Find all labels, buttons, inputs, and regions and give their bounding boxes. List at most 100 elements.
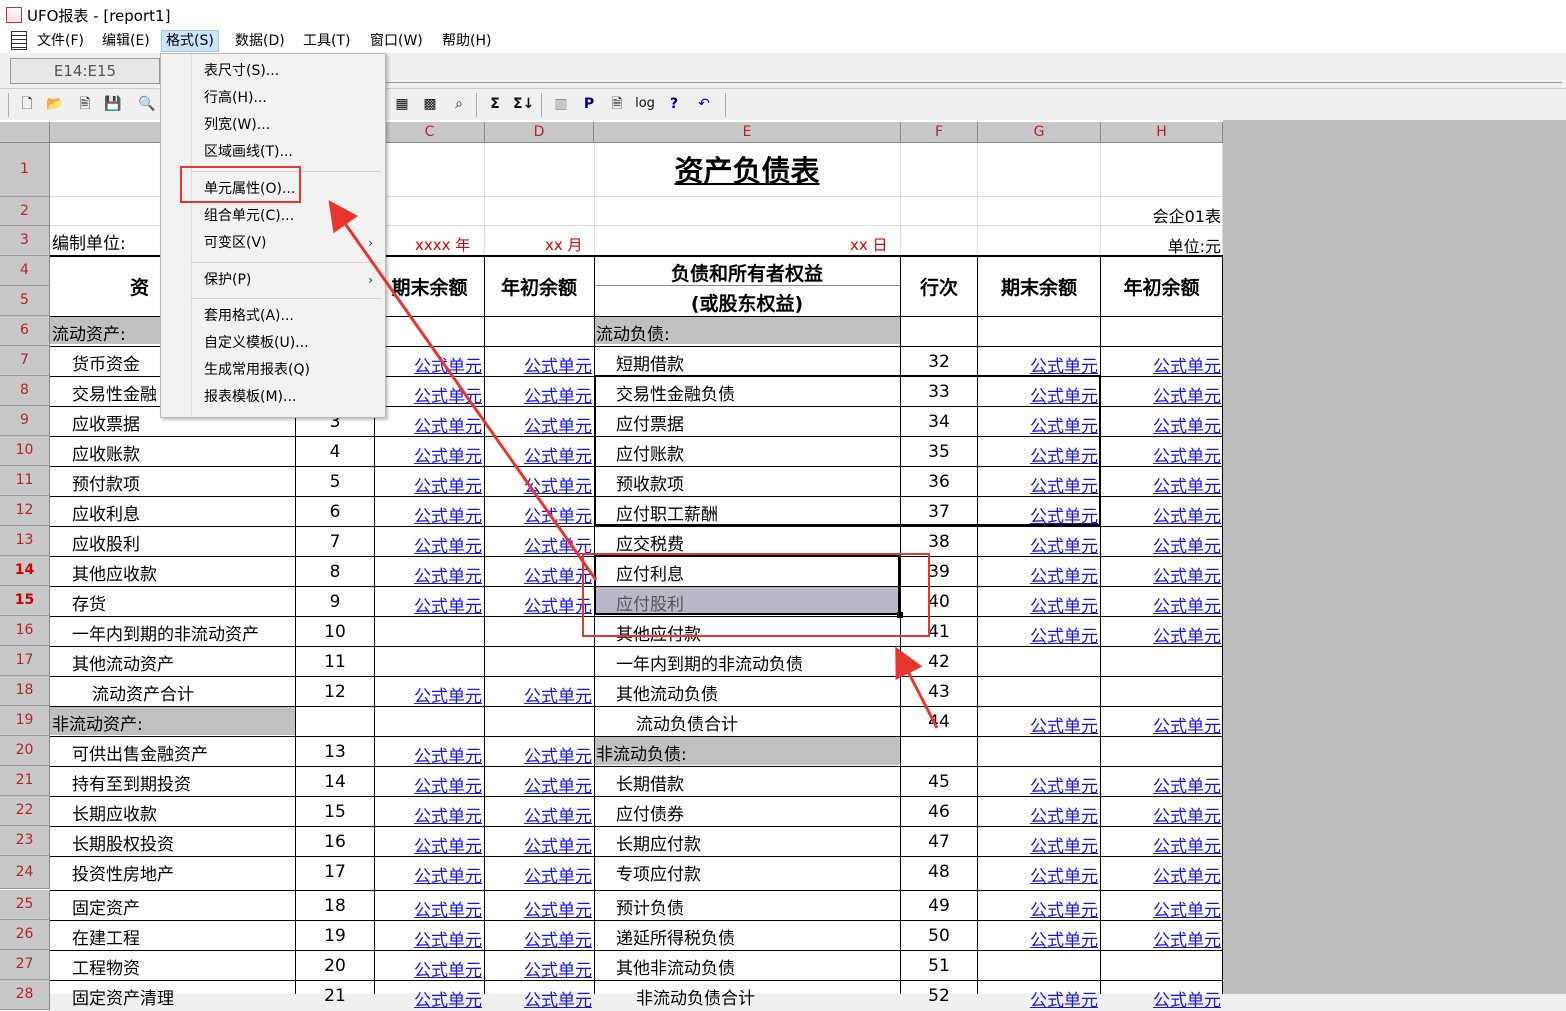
formula-cell-g24[interactable]: 公式单元 (978, 862, 1098, 887)
formula-cell-h25[interactable]: 公式单元 (1101, 896, 1221, 921)
col-header-h[interactable]: H (1101, 122, 1223, 143)
row-header-16[interactable]: 16 (0, 616, 50, 646)
formula-cell-c12[interactable]: 公式单元 (375, 502, 482, 527)
grid-icon[interactable]: ▩ (420, 94, 440, 114)
formula-input[interactable] (384, 58, 1562, 83)
save-icon[interactable]: 💾 (103, 94, 123, 114)
sum-icon[interactable]: Σ (485, 94, 505, 114)
menu-item-report-template[interactable]: 报表模板(M)... (204, 387, 296, 407)
print-icon[interactable]: 🖹 (75, 94, 95, 114)
formula-cell-g13[interactable]: 公式单元 (978, 532, 1098, 557)
menu-item-area-line[interactable]: 区域画线(T)... (204, 142, 293, 162)
row-header-6[interactable]: 6 (0, 316, 50, 346)
formula-cell-c9[interactable]: 公式单元 (375, 412, 482, 437)
sum-all-icon[interactable]: Σ↓ (513, 94, 534, 114)
formula-cell-d8[interactable]: 公式单元 (485, 382, 592, 407)
formula-cell-d12[interactable]: 公式单元 (485, 502, 592, 527)
formula-cell-d15[interactable]: 公式单元 (485, 592, 592, 617)
formula-cell-g26[interactable]: 公式单元 (978, 926, 1098, 951)
menu-item-protect[interactable]: 保护(P) (204, 270, 251, 290)
row-header-24[interactable]: 24 (0, 856, 50, 889)
row-header-9[interactable]: 9 (0, 406, 50, 436)
row-header-13[interactable]: 13 (0, 526, 50, 556)
find-icon[interactable]: ⌕ (449, 94, 469, 114)
formula-cell-c15[interactable]: 公式单元 (375, 592, 482, 617)
formula-cell-c13[interactable]: 公式单元 (375, 532, 482, 557)
menu-item-apply-format[interactable]: 套用格式(A)... (204, 306, 294, 326)
menu-window[interactable]: 窗口(W) (366, 31, 427, 51)
formula-cell-h10[interactable]: 公式单元 (1101, 442, 1221, 467)
row-header-10[interactable]: 10 (0, 436, 50, 466)
formula-cell-h15[interactable]: 公式单元 (1101, 592, 1221, 617)
row-header-23[interactable]: 23 (0, 826, 50, 856)
formula-cell-h23[interactable]: 公式单元 (1101, 832, 1221, 857)
row-header-12[interactable]: 12 (0, 496, 50, 526)
formula-cell-d22[interactable]: 公式单元 (485, 802, 592, 827)
formula-cell-c11[interactable]: 公式单元 (375, 472, 482, 497)
formula-cell-g25[interactable]: 公式单元 (978, 896, 1098, 921)
formula-cell-d13[interactable]: 公式单元 (485, 532, 592, 557)
formula-cell-d18[interactable]: 公式单元 (485, 682, 592, 707)
menu-item-row-height[interactable]: 行高(H)... (204, 88, 267, 108)
formula-cell-c7[interactable]: 公式单元 (375, 352, 482, 377)
formula-cell-d14[interactable]: 公式单元 (485, 562, 592, 587)
formula-cell-h13[interactable]: 公式单元 (1101, 532, 1221, 557)
formula-cell-h7[interactable]: 公式单元 (1101, 352, 1221, 377)
menu-item-generate-report[interactable]: 生成常用报表(Q) (204, 360, 310, 380)
formula-cell-g28[interactable]: 公式单元 (978, 986, 1098, 1011)
formula-cell-c23[interactable]: 公式单元 (375, 832, 482, 857)
formula-cell-g7[interactable]: 公式单元 (978, 352, 1098, 377)
formula-cell-d28[interactable]: 公式单元 (485, 986, 592, 1011)
formula-cell-h16[interactable]: 公式单元 (1101, 622, 1221, 647)
row-header-26[interactable]: 26 (0, 920, 50, 950)
menu-item-custom-template[interactable]: 自定义模板(U)... (204, 333, 309, 353)
formula-cell-c25[interactable]: 公式单元 (375, 896, 482, 921)
p-icon[interactable]: P (579, 94, 599, 114)
select-all-corner[interactable] (0, 122, 50, 143)
formula-cell-d26[interactable]: 公式单元 (485, 926, 592, 951)
row-header-19[interactable]: 19 (0, 706, 50, 736)
formula-cell-g23[interactable]: 公式单元 (978, 832, 1098, 857)
col-header-d[interactable]: D (485, 122, 594, 143)
menu-edit[interactable]: 编辑(E) (98, 31, 154, 51)
col-header-e[interactable]: E (594, 122, 901, 143)
formula-cell-d24[interactable]: 公式单元 (485, 862, 592, 887)
formula-cell-d25[interactable]: 公式单元 (485, 896, 592, 921)
formula-cell-g21[interactable]: 公式单元 (978, 772, 1098, 797)
formula-cell-d21[interactable]: 公式单元 (485, 772, 592, 797)
day-field[interactable]: xx 日 (850, 234, 888, 255)
formula-cell-h14[interactable]: 公式单元 (1101, 562, 1221, 587)
row-header-27[interactable]: 27 (0, 950, 50, 980)
menu-tools[interactable]: 工具(T) (299, 31, 354, 51)
menu-data[interactable]: 数据(D) (231, 31, 289, 51)
formula-cell-c26[interactable]: 公式单元 (375, 926, 482, 951)
log-icon[interactable]: log (635, 94, 655, 114)
row-header-25[interactable]: 25 (0, 890, 50, 920)
chart-icon[interactable]: ▥ (551, 94, 571, 114)
menu-format[interactable]: 格式(S) (161, 30, 219, 52)
formula-cell-h21[interactable]: 公式单元 (1101, 772, 1221, 797)
formula-cell-h8[interactable]: 公式单元 (1101, 382, 1221, 407)
new-icon[interactable]: 🗋 (17, 94, 37, 114)
row-header-14[interactable]: 14 (0, 556, 50, 586)
formula-cell-d23[interactable]: 公式单元 (485, 832, 592, 857)
formula-cell-c14[interactable]: 公式单元 (375, 562, 482, 587)
formula-cell-h9[interactable]: 公式单元 (1101, 412, 1221, 437)
row-header-20[interactable]: 20 (0, 736, 50, 766)
formula-cell-d9[interactable]: 公式单元 (485, 412, 592, 437)
formula-cell-c8[interactable]: 公式单元 (375, 382, 482, 407)
formula-cell-c21[interactable]: 公式单元 (375, 772, 482, 797)
menu-item-table-size[interactable]: 表尺寸(S)... (204, 61, 279, 81)
col-header-f[interactable]: F (901, 122, 978, 143)
col-header-g[interactable]: G (978, 122, 1101, 143)
document-icon[interactable] (11, 31, 27, 50)
menu-help[interactable]: 帮助(H) (438, 31, 495, 51)
row-header-3[interactable]: 3 (0, 226, 50, 256)
row-header-1[interactable]: 1 (0, 143, 50, 197)
formula-cell-g14[interactable]: 公式单元 (978, 562, 1098, 587)
row-header-17[interactable]: 17 (0, 646, 50, 676)
formula-cell-c24[interactable]: 公式单元 (375, 862, 482, 887)
formula-cell-d10[interactable]: 公式单元 (485, 442, 592, 467)
row-header-15[interactable]: 15 (0, 586, 50, 616)
formula-cell-g15[interactable]: 公式单元 (978, 592, 1098, 617)
